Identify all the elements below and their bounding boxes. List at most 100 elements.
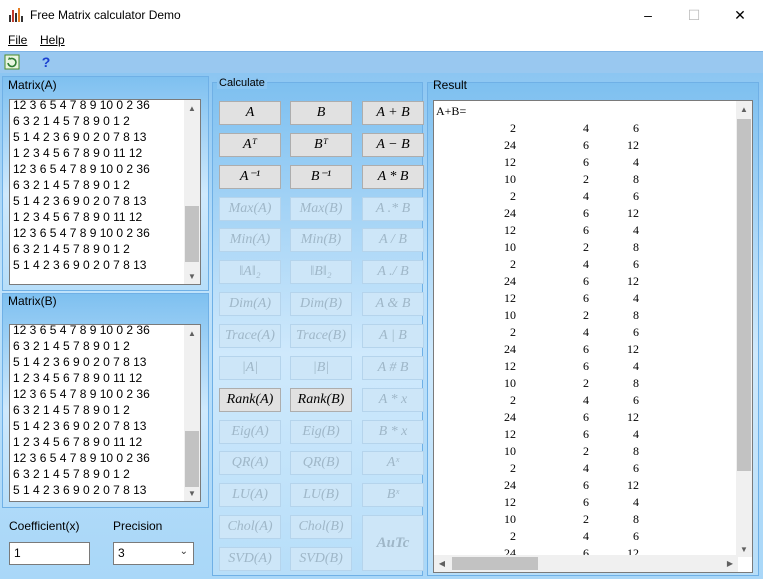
coefficient-input[interactable]: 1 — [9, 542, 90, 565]
result-cell: 12 — [504, 495, 516, 509]
result-cell: 12 — [627, 478, 639, 492]
calc-button-a-b[interactable]: A # B — [362, 355, 424, 380]
calc-button-a-b[interactable]: A + B — [362, 101, 424, 125]
help-icon[interactable]: ? — [37, 53, 55, 71]
calc-button-dim-b[interactable]: Dim(B) — [290, 292, 352, 317]
calc-button-lu-b[interactable]: LU(B) — [290, 483, 352, 508]
result-cell: 12 — [627, 274, 639, 288]
refresh-icon[interactable] — [3, 53, 21, 71]
scroll-up-icon[interactable]: ▲ — [184, 325, 200, 341]
calc-button-lu-a[interactable]: LU(A) — [219, 483, 281, 508]
calc-button-b[interactable]: Bᵀ — [290, 132, 352, 157]
calc-button-svd-a[interactable]: SVD(A) — [219, 546, 281, 571]
calc-button-trace-a[interactable]: Trace(A) — [219, 323, 281, 348]
scroll-thumb[interactable] — [185, 431, 199, 487]
calc-button-b[interactable]: B⁻¹ — [290, 164, 352, 189]
calc-button-a[interactable]: Aˣ — [362, 451, 424, 476]
precision-select[interactable]: 3 ⌄ — [113, 542, 194, 565]
calc-button-a[interactable]: A — [219, 101, 281, 125]
calc-button-b-x[interactable]: B * x — [362, 419, 424, 444]
result-row: 10 2 8 — [434, 512, 752, 529]
calc-button-a[interactable]: A⁻¹ — [219, 164, 281, 189]
result-cell: 2 — [510, 121, 516, 135]
result-row: 10 2 8 — [434, 376, 752, 393]
calc-button-max-b[interactable]: Max(B) — [290, 196, 352, 221]
close-button[interactable]: ✕ — [717, 0, 763, 30]
calc-button-a[interactable]: Aᵀ — [219, 132, 281, 157]
result-cell: 2 — [510, 257, 516, 271]
calc-button-b[interactable]: B — [290, 101, 352, 125]
matrix-b-scrollbar[interactable]: ▲ ▼ — [184, 325, 200, 501]
calc-button-autc[interactable]: AuTc — [362, 515, 424, 572]
result-cell: 6 — [633, 461, 639, 475]
scroll-up-icon[interactable]: ▲ — [736, 101, 752, 117]
calc-button-a-b[interactable]: A & B — [362, 292, 424, 317]
calc-button-a[interactable]: ‖A‖₂ — [219, 260, 281, 285]
calc-button-svd-b[interactable]: SVD(B) — [290, 546, 352, 571]
calc-button-b[interactable]: |B| — [290, 355, 352, 380]
calc-button-a-b[interactable]: A / B — [362, 228, 424, 253]
scroll-down-icon[interactable]: ▼ — [184, 268, 200, 284]
calc-button-min-b[interactable]: Min(B) — [290, 228, 352, 253]
scroll-down-icon[interactable]: ▼ — [184, 485, 200, 501]
scroll-right-icon[interactable]: ▶ — [722, 555, 738, 572]
result-cell: 12 — [627, 342, 639, 356]
result-row: 2461 — [434, 121, 752, 138]
result-row: 246121 — [434, 342, 752, 359]
matrix-line: 6 3 2 1 4 5 7 8 9 0 1 2 — [13, 403, 130, 417]
scroll-thumb[interactable] — [185, 206, 199, 262]
matrix-a-input[interactable]: 12 3 6 5 4 7 8 9 10 0 2 36 6 3 2 1 4 5 7 … — [9, 99, 201, 285]
maximize-button[interactable]: ☐ — [671, 0, 717, 30]
result-cell: 4 — [633, 155, 639, 169]
result-cell: 8 — [633, 444, 639, 458]
hscroll-thumb[interactable] — [452, 557, 538, 570]
result-row: 10 2 8 — [434, 308, 752, 325]
scroll-up-icon[interactable]: ▲ — [184, 100, 200, 116]
calc-button-b[interactable]: Bˣ — [362, 483, 424, 508]
scroll-left-icon[interactable]: ◀ — [434, 555, 450, 572]
calc-button-a-x[interactable]: A * x — [362, 387, 424, 412]
calc-button-a-b[interactable]: A .* B — [362, 196, 424, 221]
matrix-line: 5 1 4 2 3 6 9 0 2 0 7 8 13 — [13, 355, 147, 369]
result-row: 246121 — [434, 138, 752, 155]
calc-button-a-b[interactable]: A * B — [362, 164, 424, 189]
calc-button-qr-b[interactable]: QR(B) — [290, 451, 352, 476]
result-cell: 4 — [633, 359, 639, 373]
calc-button-a-b[interactable]: A | B — [362, 323, 424, 348]
calc-button-rank-b[interactable]: Rank(B) — [290, 387, 352, 412]
calc-button-eig-a[interactable]: Eig(A) — [219, 419, 281, 444]
result-cell: 12 — [627, 206, 639, 220]
calc-button-qr-a[interactable]: QR(A) — [219, 451, 281, 476]
calc-button-a[interactable]: |A| — [219, 355, 281, 380]
matrix-line: 12 3 6 5 4 7 8 9 10 0 2 36 — [13, 451, 150, 465]
result-cell: 10 — [504, 376, 516, 390]
matrix-b-input[interactable]: 12 3 6 5 4 7 8 9 10 0 2 36 6 3 2 1 4 5 7 … — [9, 324, 201, 502]
minimize-button[interactable]: – — [625, 0, 671, 30]
menu-help[interactable]: Help — [40, 33, 65, 47]
calc-button-dim-a[interactable]: Dim(A) — [219, 292, 281, 317]
menu-bar — [0, 30, 763, 51]
calc-button-rank-a[interactable]: Rank(A) — [219, 387, 281, 412]
scroll-down-icon[interactable]: ▼ — [736, 541, 752, 557]
calc-button-a-b[interactable]: A − B — [362, 132, 424, 157]
calc-button-max-a[interactable]: Max(A) — [219, 196, 281, 221]
calc-button-b[interactable]: ‖B‖₂ — [290, 260, 352, 285]
calc-button-chol-a[interactable]: Chol(A) — [219, 515, 281, 540]
result-hscrollbar[interactable]: ◀ ▶ — [434, 555, 738, 572]
calc-button-chol-b[interactable]: Chol(B) — [290, 515, 352, 540]
result-cell: 10 — [504, 444, 516, 458]
result-cell: 2 — [510, 461, 516, 475]
coefficient-label: Coefficient(x) — [9, 519, 80, 533]
calc-button-a-b[interactable]: A ./ B — [362, 260, 424, 285]
matrix-a-scrollbar[interactable]: ▲ ▼ — [184, 100, 200, 284]
result-cell: 4 — [633, 291, 639, 305]
calc-button-eig-b[interactable]: Eig(B) — [290, 419, 352, 444]
calc-button-trace-b[interactable]: Trace(B) — [290, 323, 352, 348]
matrix-line: 5 1 4 2 3 6 9 0 2 0 7 8 13 — [13, 130, 147, 144]
menu-file[interactable]: File — [8, 33, 27, 47]
result-output[interactable]: A+B= 24612461211264102824612461211264102… — [433, 100, 753, 573]
scroll-thumb[interactable] — [737, 119, 751, 471]
result-vscrollbar[interactable]: ▲ ▼ — [736, 101, 752, 557]
calc-button-min-a[interactable]: Min(A) — [219, 228, 281, 253]
matrix-line: 12 3 6 5 4 7 8 9 10 0 2 36 — [13, 99, 150, 112]
